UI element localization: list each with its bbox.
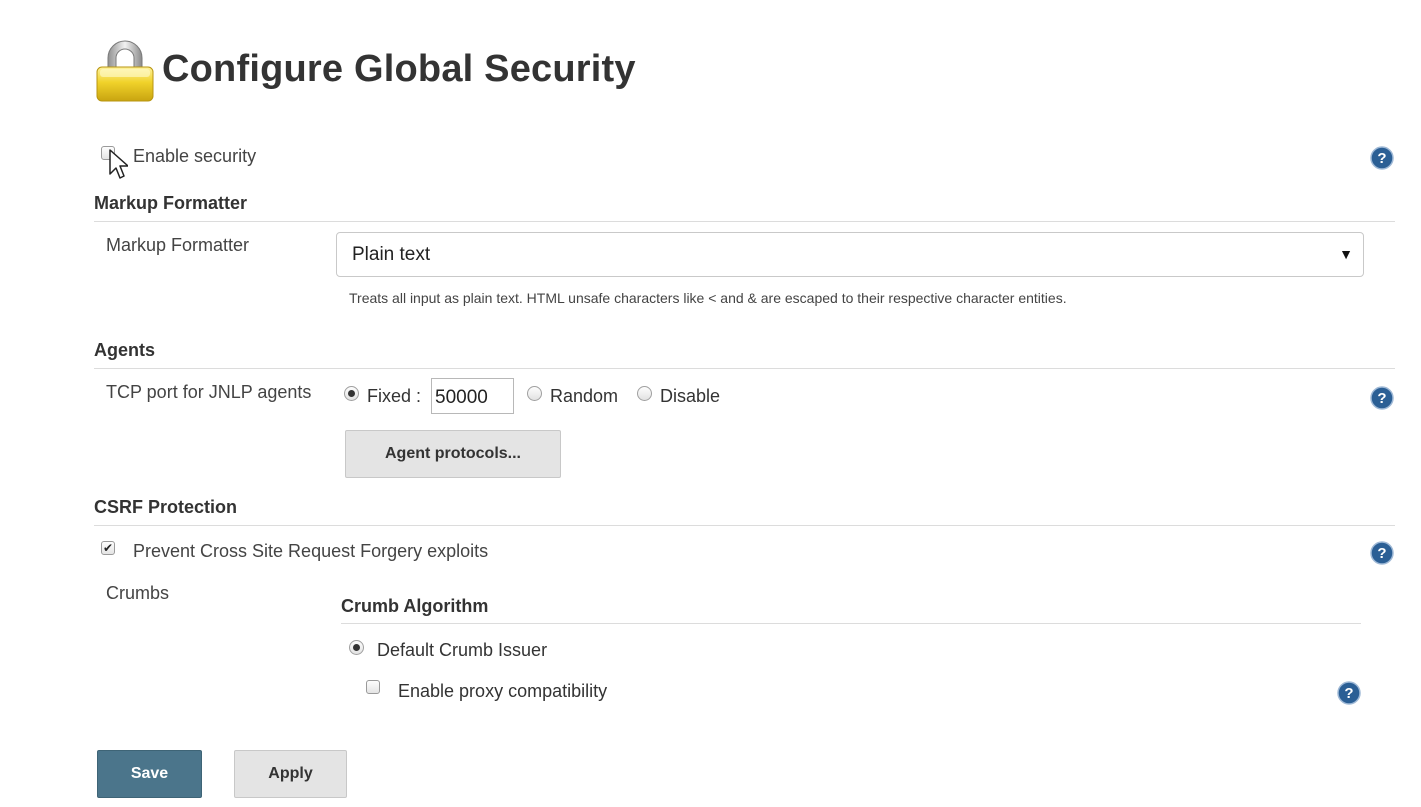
section-divider [341,623,1361,624]
section-divider [94,221,1395,222]
port-number-input[interactable] [431,378,514,414]
dropdown-arrow-icon: ▼ [1339,246,1353,262]
prevent-csrf-label: Prevent Cross Site Request Forgery explo… [133,541,489,561]
port-fixed-radio[interactable] [344,386,359,401]
port-disable-radio[interactable] [637,386,652,401]
default-crumb-issuer-radio[interactable] [349,640,364,655]
apply-button[interactable]: Apply [234,750,347,798]
port-fixed-label: Fixed : [367,386,422,406]
page-title: Configure Global Security [162,48,636,90]
help-icon[interactable]: ? [1370,541,1394,565]
agents-section-title: Agents [94,340,156,360]
svg-text:?: ? [1377,150,1386,167]
proxy-compatibility-label: Enable proxy compatibility [398,681,608,701]
markup-formatter-selected-value: Plain text [352,243,431,265]
port-disable-label: Disable [660,386,721,406]
markup-formatter-label: Markup Formatter [106,235,250,255]
csrf-section-title: CSRF Protection [94,497,238,517]
prevent-csrf-checkbox[interactable]: ✔ [101,541,115,555]
tcp-port-label: TCP port for JNLP agents [106,382,312,402]
default-crumb-issuer-label: Default Crumb Issuer [377,640,548,660]
help-icon[interactable]: ? [1370,386,1394,410]
section-divider [94,525,1395,526]
svg-text:?: ? [1344,685,1353,702]
markup-formatter-description: Treats all input as plain text. HTML uns… [349,290,1067,306]
help-icon[interactable]: ? [1370,146,1394,170]
svg-text:?: ? [1377,390,1386,407]
crumb-algorithm-title: Crumb Algorithm [341,596,489,616]
agent-protocols-button[interactable]: Agent protocols... [345,430,561,478]
crumbs-label: Crumbs [106,583,170,603]
markup-formatter-section-title: Markup Formatter [94,193,248,213]
port-random-radio[interactable] [527,386,542,401]
help-icon[interactable]: ? [1337,681,1361,705]
markup-formatter-select[interactable]: Plain text ▼ [336,232,1364,277]
svg-text:?: ? [1377,545,1386,562]
lock-icon [94,38,156,104]
enable-security-label: Enable security [133,146,257,166]
section-divider [94,368,1395,369]
port-random-label: Random [550,386,619,406]
proxy-compatibility-checkbox[interactable] [366,680,380,694]
mouse-cursor-icon [109,149,128,179]
save-button[interactable]: Save [97,750,202,798]
